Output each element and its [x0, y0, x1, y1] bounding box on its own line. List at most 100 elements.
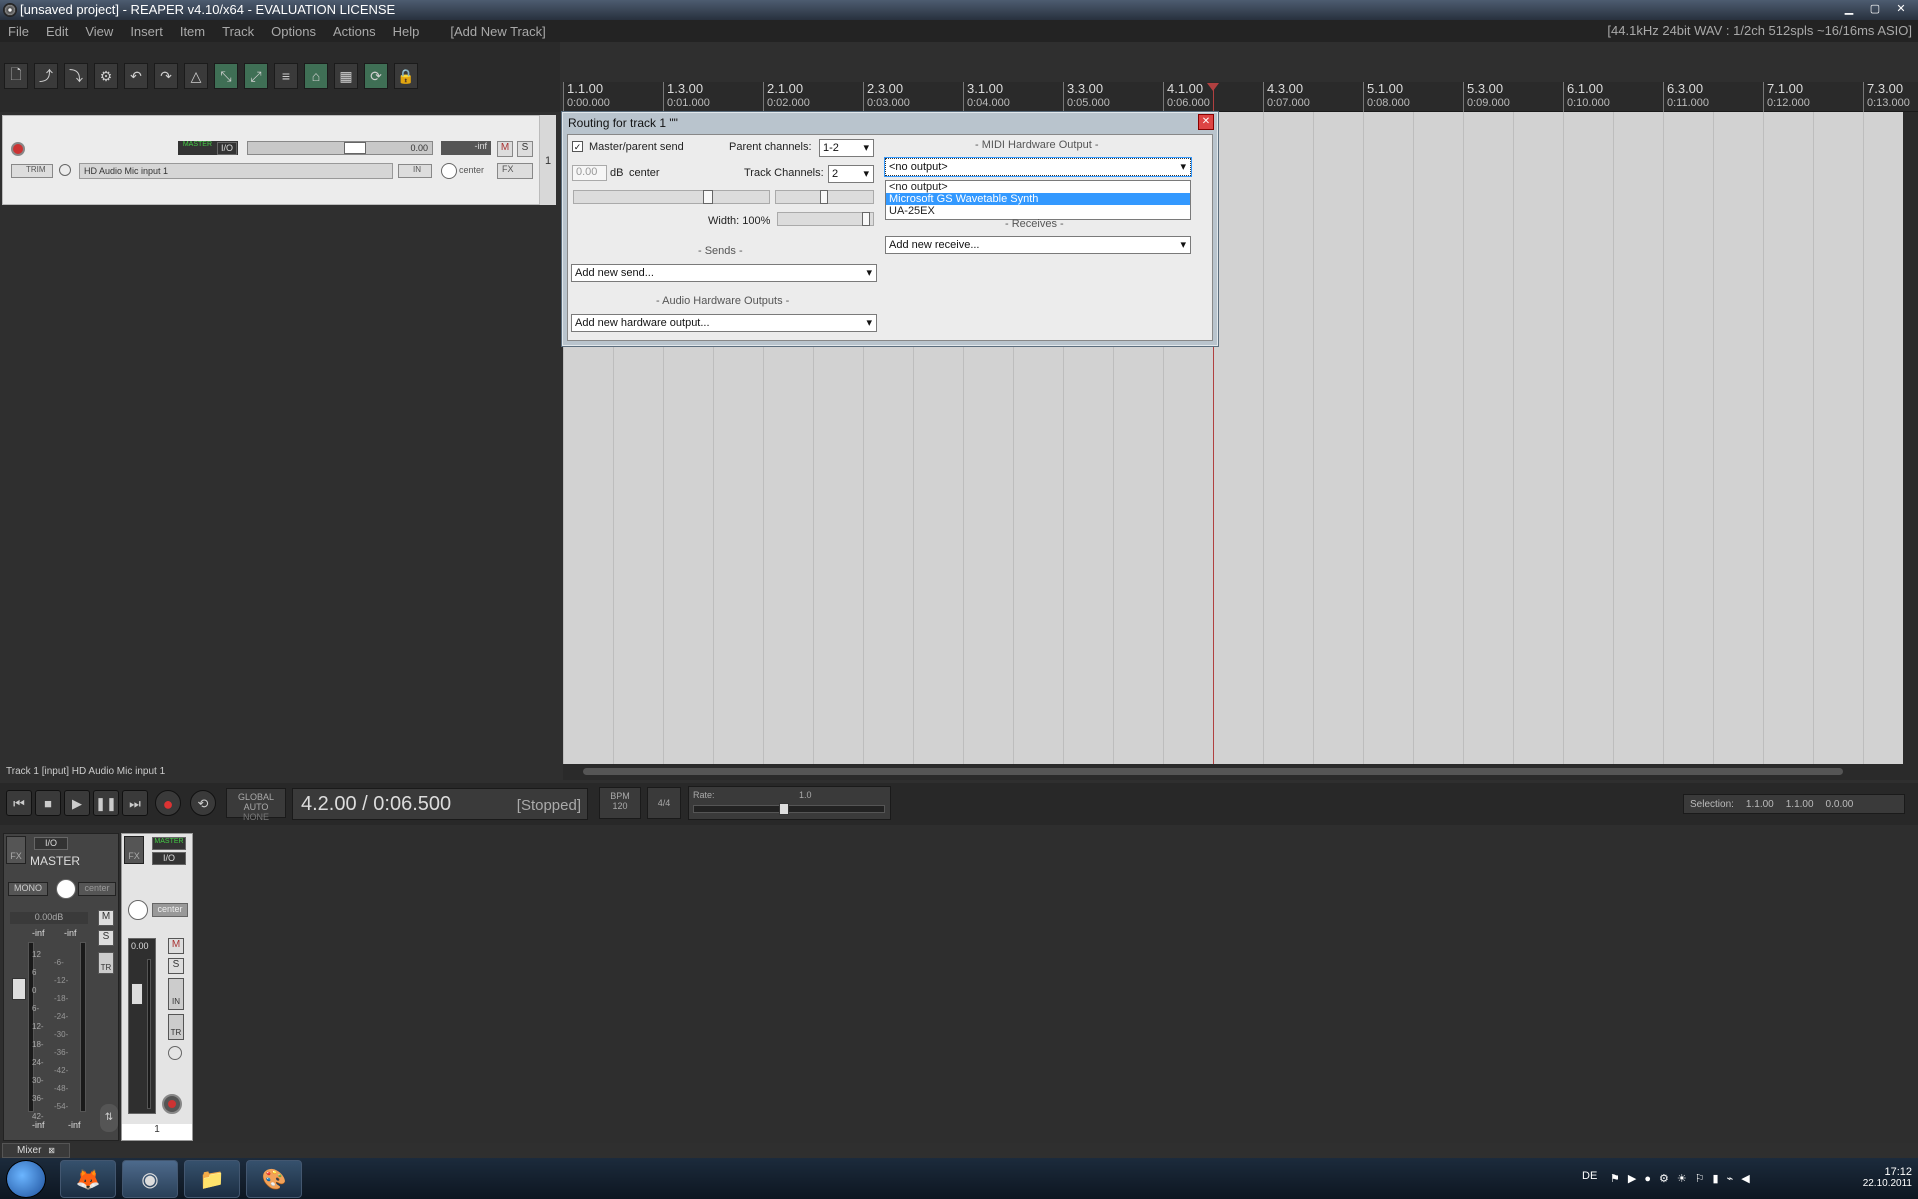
- maximize-icon[interactable]: ▢: [1864, 1, 1886, 17]
- track-volume-slider[interactable]: 0.00: [247, 141, 433, 155]
- tray-icons[interactable]: ⚑▶●⚙☀⚐▮⌁◀: [1610, 1172, 1758, 1185]
- ruler-mark[interactable]: 3.1.00 0:04.000: [963, 82, 1010, 112]
- go-to-end-icon[interactable]: ⏭: [122, 790, 148, 816]
- undo-icon[interactable]: ↶: [124, 63, 148, 89]
- menu-insert[interactable]: Insert: [130, 24, 163, 39]
- go-to-start-icon[interactable]: ⏮: [6, 790, 32, 816]
- mixer-tab[interactable]: Mixer ⊠: [2, 1143, 70, 1158]
- close-icon[interactable]: ✕: [1890, 1, 1912, 17]
- selection-length[interactable]: 0.0.00: [1826, 799, 1854, 810]
- menu-file[interactable]: File: [8, 24, 29, 39]
- ruler-mark[interactable]: 6.1.00 0:10.000: [1563, 82, 1610, 112]
- ruler-mark[interactable]: 5.1.00 0:08.000: [1363, 82, 1410, 112]
- group-icon[interactable]: ⌂: [304, 63, 328, 89]
- ruler-mark[interactable]: 1.3.00 0:01.000: [663, 82, 710, 112]
- add-hardware-output-select[interactable]: Add new hardware output...: [571, 314, 877, 332]
- volume-thumb[interactable]: [344, 142, 366, 154]
- envelope-lock-icon[interactable]: ⤢: [244, 63, 268, 89]
- pan-knob[interactable]: [441, 163, 457, 179]
- start-button-icon[interactable]: [6, 1160, 46, 1198]
- grid-icon[interactable]: ▦: [334, 63, 358, 89]
- playrate-box[interactable]: Rate: 1.0: [688, 786, 891, 820]
- lock-icon[interactable]: 🔒: [394, 63, 418, 89]
- rate-slider-thumb[interactable]: [779, 803, 789, 815]
- metronome-icon[interactable]: △: [184, 63, 208, 89]
- save-project-icon[interactable]: ⤵: [64, 63, 88, 89]
- ruler-mark[interactable]: 6.3.00 0:11.000: [1663, 82, 1709, 112]
- ruler-mark[interactable]: 3.3.00 0:05.000: [1063, 82, 1110, 112]
- master-send-checkbox[interactable]: ✓: [572, 141, 583, 152]
- track-input-fx-button[interactable]: IN: [398, 164, 432, 178]
- redo-icon[interactable]: ↷: [154, 63, 178, 89]
- add-receive-select[interactable]: Add new receive...: [885, 236, 1191, 254]
- track-io-button[interactable]: I/O: [217, 142, 237, 155]
- ruler-mark[interactable]: 7.3.00 0:13.000: [1863, 82, 1910, 112]
- track-solo-button[interactable]: S: [517, 141, 533, 157]
- play-icon[interactable]: ▶: [64, 790, 90, 816]
- paint-icon[interactable]: 🎨: [246, 1160, 302, 1198]
- project-settings-icon[interactable]: ⚙: [94, 63, 118, 89]
- track-input-select[interactable]: HD Audio Mic input 1: [79, 163, 393, 179]
- clock[interactable]: 17:12 22.10.2011: [1863, 1166, 1912, 1189]
- time-signature[interactable]: 4/4: [647, 787, 681, 819]
- reaper-taskbar-icon[interactable]: ◉: [122, 1160, 178, 1198]
- send-volume-thumb[interactable]: [703, 190, 713, 204]
- ruler-mark[interactable]: 2.1.00 0:02.000: [763, 82, 810, 112]
- ruler-mark[interactable]: 4.1.00 0:06.000: [1163, 82, 1210, 112]
- menu-edit[interactable]: Edit: [46, 24, 68, 39]
- record-icon[interactable]: ●: [155, 790, 181, 816]
- menu-view[interactable]: View: [85, 24, 113, 39]
- menu-actions[interactable]: Actions: [333, 24, 376, 39]
- strip-io-button[interactable]: I/O: [152, 852, 186, 865]
- close-icon[interactable]: ⊠: [48, 1146, 55, 1155]
- strip-fx-button[interactable]: FX: [124, 836, 144, 864]
- midi-option-gs-wavetable[interactable]: Microsoft GS Wavetable Synth: [886, 193, 1190, 205]
- record-arm-icon[interactable]: [11, 142, 25, 156]
- firefox-icon[interactable]: 🦊: [60, 1160, 116, 1198]
- selection-start[interactable]: 1.1.00: [1746, 799, 1774, 810]
- midi-option-no-output[interactable]: <no output>: [886, 181, 1190, 193]
- strip-fader-area[interactable]: 0.00: [128, 938, 156, 1114]
- master-pan-knob[interactable]: [56, 879, 76, 899]
- track-mute-button[interactable]: M: [497, 141, 513, 157]
- midi-output-select[interactable]: <no output>: [884, 157, 1192, 177]
- ruler-mark[interactable]: 4.3.00 0:07.000: [1263, 82, 1310, 112]
- master-fx-button[interactable]: FX: [6, 836, 26, 864]
- send-volume-input[interactable]: 0.00: [572, 165, 607, 181]
- add-send-select[interactable]: Add new send...: [571, 264, 877, 282]
- ruler-mark[interactable]: 1.1.00 0:00.000: [563, 82, 610, 112]
- track-1-panel[interactable]: MASTER I/O 0.00 -inf M S TRIM HD Audio M…: [2, 115, 540, 205]
- monitor-icon[interactable]: [59, 164, 71, 176]
- master-mono-button[interactable]: MONO: [8, 882, 48, 896]
- new-project-icon[interactable]: 🗋: [4, 63, 28, 89]
- horizontal-scrollbar[interactable]: [563, 764, 1918, 780]
- track-channels-select[interactable]: 2: [828, 165, 874, 183]
- strip-phase-icon[interactable]: [168, 1046, 182, 1060]
- master-fader[interactable]: [12, 978, 26, 1000]
- master-solo-button[interactable]: S: [98, 930, 114, 946]
- width-thumb[interactable]: [862, 212, 870, 226]
- send-pan-thumb[interactable]: [820, 190, 828, 204]
- ripple-edit-icon[interactable]: ≡: [274, 63, 298, 89]
- master-routing-icon[interactable]: ⇅: [100, 1104, 118, 1132]
- menu-item[interactable]: Item: [180, 24, 205, 39]
- width-slider[interactable]: [777, 212, 874, 226]
- stop-icon[interactable]: ■: [35, 790, 61, 816]
- menu-add-new-track[interactable]: [Add New Track]: [450, 24, 545, 39]
- close-icon[interactable]: ✕: [1198, 114, 1214, 130]
- explorer-icon[interactable]: 📁: [184, 1160, 240, 1198]
- minimize-icon[interactable]: ▁: [1838, 1, 1860, 17]
- strip-fader[interactable]: [131, 983, 143, 1005]
- menu-track[interactable]: Track: [222, 24, 254, 39]
- strip-automation-button[interactable]: TR: [168, 1014, 184, 1040]
- menu-options[interactable]: Options: [271, 24, 316, 39]
- strip-record-arm-icon[interactable]: [162, 1094, 182, 1114]
- strip-input-fx-button[interactable]: IN: [168, 978, 184, 1010]
- parent-channels-select[interactable]: 1-2: [819, 139, 874, 157]
- auto-crossfade-icon[interactable]: ⤡: [214, 63, 238, 89]
- vertical-scrollbar[interactable]: [1903, 112, 1918, 764]
- repeat-icon[interactable]: ⟲: [190, 790, 216, 816]
- global-automation-button[interactable]: GLOBAL AUTO NONE: [226, 788, 286, 822]
- master-mute-button[interactable]: M: [98, 910, 114, 926]
- open-project-icon[interactable]: ⤴: [34, 63, 58, 89]
